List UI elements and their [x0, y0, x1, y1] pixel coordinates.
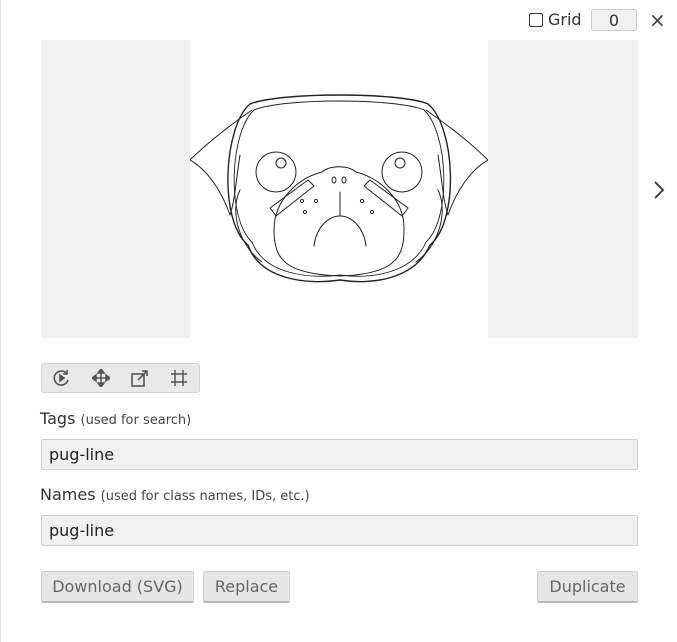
- grid-checkbox[interactable]: [529, 12, 543, 27]
- tags-label-text: Tags: [40, 409, 76, 428]
- icon-preview: [41, 40, 638, 338]
- duplicate-button[interactable]: Duplicate: [537, 571, 638, 603]
- rotate-icon[interactable]: [42, 364, 81, 392]
- scale-icon[interactable]: [121, 364, 160, 392]
- chevron-right-icon[interactable]: [652, 178, 666, 202]
- grid-size-input[interactable]: [591, 9, 637, 31]
- grid-label: Grid: [548, 10, 582, 29]
- names-label-text: Names: [40, 485, 96, 504]
- download-svg-button[interactable]: Download (SVG): [41, 571, 194, 603]
- modal-left-edge: [0, 0, 1, 642]
- tags-input[interactable]: [41, 439, 638, 470]
- tags-hint: (used for search): [80, 413, 192, 428]
- crop-grid-icon[interactable]: [160, 364, 199, 392]
- grid-toggle[interactable]: Grid: [529, 10, 582, 29]
- names-input[interactable]: [41, 515, 638, 546]
- icon-editor-modal: Grid ×: [0, 0, 677, 642]
- replace-button[interactable]: Replace: [203, 571, 290, 603]
- pug-face-image: [189, 94, 489, 283]
- move-icon[interactable]: [81, 364, 120, 392]
- transform-toolbar: [41, 363, 200, 393]
- icon-canvas: [189, 40, 489, 338]
- tags-label: Tags (used for search): [40, 409, 191, 428]
- close-icon[interactable]: ×: [649, 10, 666, 30]
- names-hint: (used for class names, IDs, etc.): [100, 489, 310, 504]
- names-label: Names (used for class names, IDs, etc.): [40, 485, 310, 504]
